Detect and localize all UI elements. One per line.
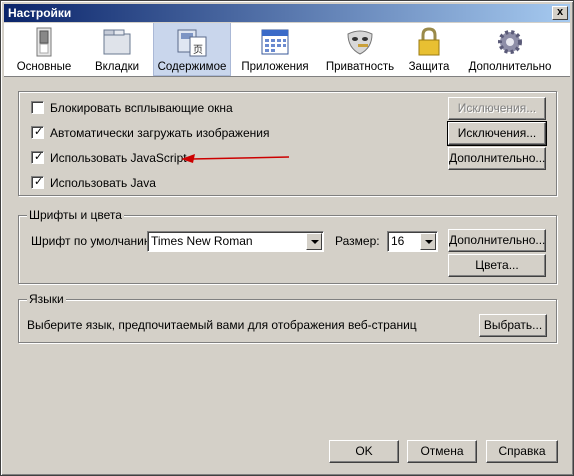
checkbox-label: Блокировать всплывающие окна [50,101,233,115]
checkmark-icon: ✓ [34,151,44,163]
mask-icon [347,30,373,55]
applications-calendar-icon [261,29,289,55]
popup-exceptions-button[interactable]: Исключения... [448,97,546,120]
enable-javascript-checkbox[interactable]: ✓ Использовать JavaScript [31,150,187,166]
languages-group: Языки Выберите язык, предпочитаемый вами… [18,292,557,343]
image-exceptions-button[interactable]: Исключения... [447,121,547,146]
enable-java-checkbox[interactable]: ✓ Использовать Java [31,175,156,191]
javascript-advanced-button[interactable]: Дополнительно... [448,147,546,170]
preferences-tabs: Основные Вкладки 页 Содержимое Приложения… [4,23,570,77]
preferences-window: Настройки x Основные Вкладки 页 Содержимо… [0,0,574,476]
tab-content[interactable]: 页 Содержимое [153,23,231,76]
default-font-select[interactable]: Times New Roman [147,231,324,252]
default-font-label: Шрифт по умолчанию: [31,234,157,248]
checkbox-label: Использовать Java [50,176,156,190]
content-page-icon: 页 [177,29,207,57]
checkmark-icon: ✓ [34,176,44,188]
chevron-down-icon[interactable] [420,233,436,250]
chevron-down-icon[interactable] [306,233,322,250]
tab-applications[interactable]: Приложения [237,23,313,76]
help-button[interactable]: Справка [486,440,558,463]
checkbox-label: Автоматически загружать изображения [50,126,270,140]
default-font-value: Times New Roman [151,234,253,248]
tab-privacy[interactable]: Приватность [322,23,398,76]
font-size-select[interactable]: 16 [387,231,438,252]
content-group: Блокировать всплывающие окна ✓ Автоматиче… [18,91,557,196]
tab-security[interactable]: Защита [406,23,452,76]
tab-label: Приложения [241,61,309,73]
window-title: Настройки [8,6,72,20]
tab-advanced[interactable]: Дополнительно [464,23,556,76]
checkbox-box[interactable]: ✓ [31,151,44,164]
font-size-value: 16 [391,234,405,248]
switch-icon [36,27,52,57]
title-bar[interactable]: Настройки x [4,4,570,22]
choose-languages-button[interactable]: Выбрать... [479,314,547,337]
checkbox-box[interactable] [31,101,44,114]
colors-button[interactable]: Цвета... [448,254,546,277]
tab-label: Приватность [325,61,395,73]
red-arrow-annotation [181,154,290,163]
checkmark-icon: ✓ [34,126,44,138]
ok-button[interactable]: OK [329,440,399,463]
cancel-button[interactable]: Отмена [407,440,477,463]
tab-label: Защита [408,61,450,73]
languages-group-title: Языки [27,292,66,306]
fonts-advanced-button[interactable]: Дополнительно... [448,229,546,252]
tab-label: Дополнительно [468,61,552,73]
tab-label: Содержимое [157,61,227,73]
checkbox-box[interactable]: ✓ [31,126,44,139]
languages-description: Выберите язык, предпочитаемый вами для о… [27,318,417,332]
checkbox-label: Использовать JavaScript [50,151,187,165]
checkbox-box[interactable]: ✓ [31,176,44,189]
fonts-group-title: Шрифты и цвета [27,208,124,222]
fonts-group: Шрифты и цвета Шрифт по умолчанию: Times… [18,208,557,284]
tab-tabs[interactable]: Вкладки [88,23,146,76]
font-size-label: Размер: [335,234,380,248]
close-button[interactable]: x [552,6,568,20]
gear-icon [498,30,522,54]
folder-tabs-icon [103,29,131,55]
load-images-checkbox[interactable]: ✓ Автоматически загружать изображения [31,125,269,141]
svg-text:页: 页 [193,44,203,56]
tab-label: Вкладки [94,61,140,73]
tab-label: Основные [16,61,72,73]
padlock-icon [418,27,440,56]
block-popups-checkbox[interactable]: Блокировать всплывающие окна [31,100,233,116]
tab-main[interactable]: Основные [12,23,76,76]
